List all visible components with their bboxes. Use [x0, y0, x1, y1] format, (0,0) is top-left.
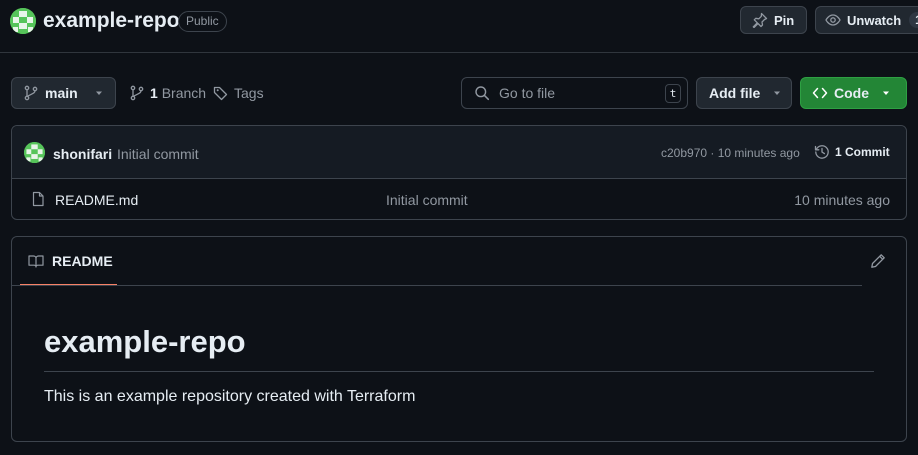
- eye-icon: [825, 14, 841, 26]
- chevron-down-icon: [883, 91, 889, 95]
- pin-label: Pin: [774, 12, 795, 28]
- file-row[interactable]: README.md Initial commit 10 minutes ago: [12, 179, 906, 219]
- commit-author-avatar[interactable]: [24, 142, 45, 163]
- git-branch-icon: [24, 85, 38, 101]
- owner-avatar[interactable]: [10, 8, 36, 34]
- tags-link[interactable]: Tags: [213, 85, 264, 101]
- history-icon: [814, 145, 829, 159]
- code-button[interactable]: Code: [800, 77, 907, 109]
- file-commit-message[interactable]: Initial commit: [386, 192, 468, 208]
- tag-icon: [213, 86, 228, 101]
- visibility-badge: Public: [178, 11, 227, 32]
- readme-tab-label: README: [52, 252, 113, 269]
- readme-body: This is an example repository created wi…: [44, 388, 416, 405]
- branches-link[interactable]: 1 Branch: [129, 85, 206, 101]
- add-file-label: Add file: [709, 85, 761, 101]
- branch-count: 1: [150, 85, 158, 101]
- commit-message-link[interactable]: Initial commit: [117, 146, 199, 162]
- tab-readme[interactable]: README: [20, 237, 117, 286]
- search-icon: [475, 86, 490, 101]
- repo-name-link[interactable]: example-repo: [43, 9, 180, 33]
- code-icon: [812, 87, 828, 99]
- commits-count-label: 1 Commit: [835, 145, 890, 159]
- watch-count: 1: [909, 12, 918, 28]
- repo-header: example-repo Public Pin Unwatch 1: [0, 0, 918, 53]
- go-to-file-input[interactable]: [499, 85, 649, 101]
- book-icon: [28, 254, 44, 268]
- chevron-down-icon: [774, 91, 781, 95]
- unwatch-label: Unwatch: [847, 12, 902, 28]
- identicon-icon: [24, 142, 45, 163]
- search-shortcut-key: t: [665, 84, 681, 103]
- readme-divider: [12, 285, 862, 286]
- add-file-button[interactable]: Add file: [696, 77, 792, 109]
- unwatch-button[interactable]: Unwatch 1: [815, 6, 918, 34]
- commit-hash-time[interactable]: c20b970 · 10 minutes ago: [661, 146, 800, 160]
- pencil-icon[interactable]: [870, 253, 886, 269]
- tags-label: Tags: [234, 85, 264, 101]
- file-commit-time: 10 minutes ago: [794, 192, 890, 208]
- readme-panel: README example-repo This is an example r…: [11, 236, 907, 442]
- pin-button[interactable]: Pin: [740, 6, 807, 34]
- file-icon: [32, 191, 44, 207]
- chevron-down-icon: [95, 91, 102, 95]
- branch-name: main: [45, 85, 78, 101]
- identicon-icon: [10, 8, 36, 34]
- go-to-file-search[interactable]: t: [461, 77, 688, 109]
- branch-selector[interactable]: main: [11, 77, 116, 109]
- commit-history-link[interactable]: 1 Commit: [814, 144, 890, 160]
- file-name-link[interactable]: README.md: [55, 192, 138, 208]
- commit-author-link[interactable]: shonifari: [53, 146, 112, 162]
- code-label: Code: [834, 85, 869, 101]
- readme-heading: example-repo: [44, 323, 874, 372]
- git-branch-icon: [130, 85, 144, 101]
- latest-commit-bar: shonifari Initial commit c20b970 · 10 mi…: [12, 126, 906, 179]
- file-table: shonifari Initial commit c20b970 · 10 mi…: [11, 125, 907, 220]
- branch-word: Branch: [161, 85, 207, 101]
- pin-icon: [752, 12, 768, 28]
